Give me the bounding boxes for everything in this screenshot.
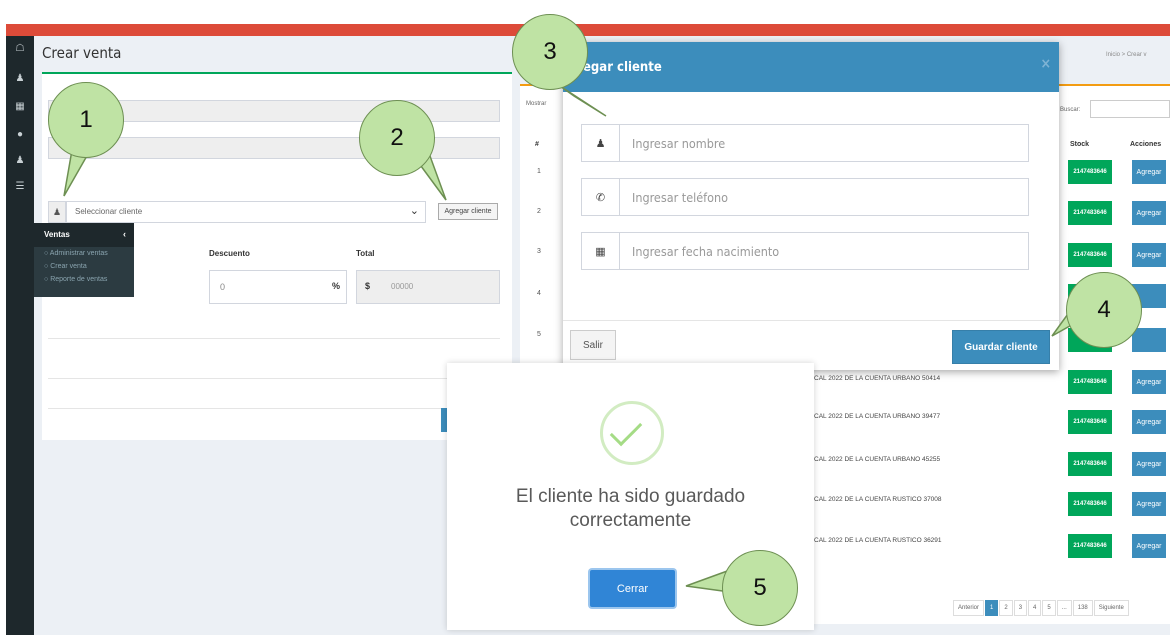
callout-tails	[63, 85, 1085, 593]
callout-2: 2	[359, 100, 435, 176]
screenshot-frame: ☖ ♟ ▦ ● ♟ ☰ Crear venta ♟ Seleccionar cl…	[0, 0, 1170, 635]
callout-4: 4	[1066, 272, 1142, 348]
callout-1: 1	[48, 82, 124, 158]
callout-tail-3	[559, 85, 607, 117]
callout-5: 5	[722, 550, 798, 626]
callout-3: 3	[512, 14, 588, 90]
